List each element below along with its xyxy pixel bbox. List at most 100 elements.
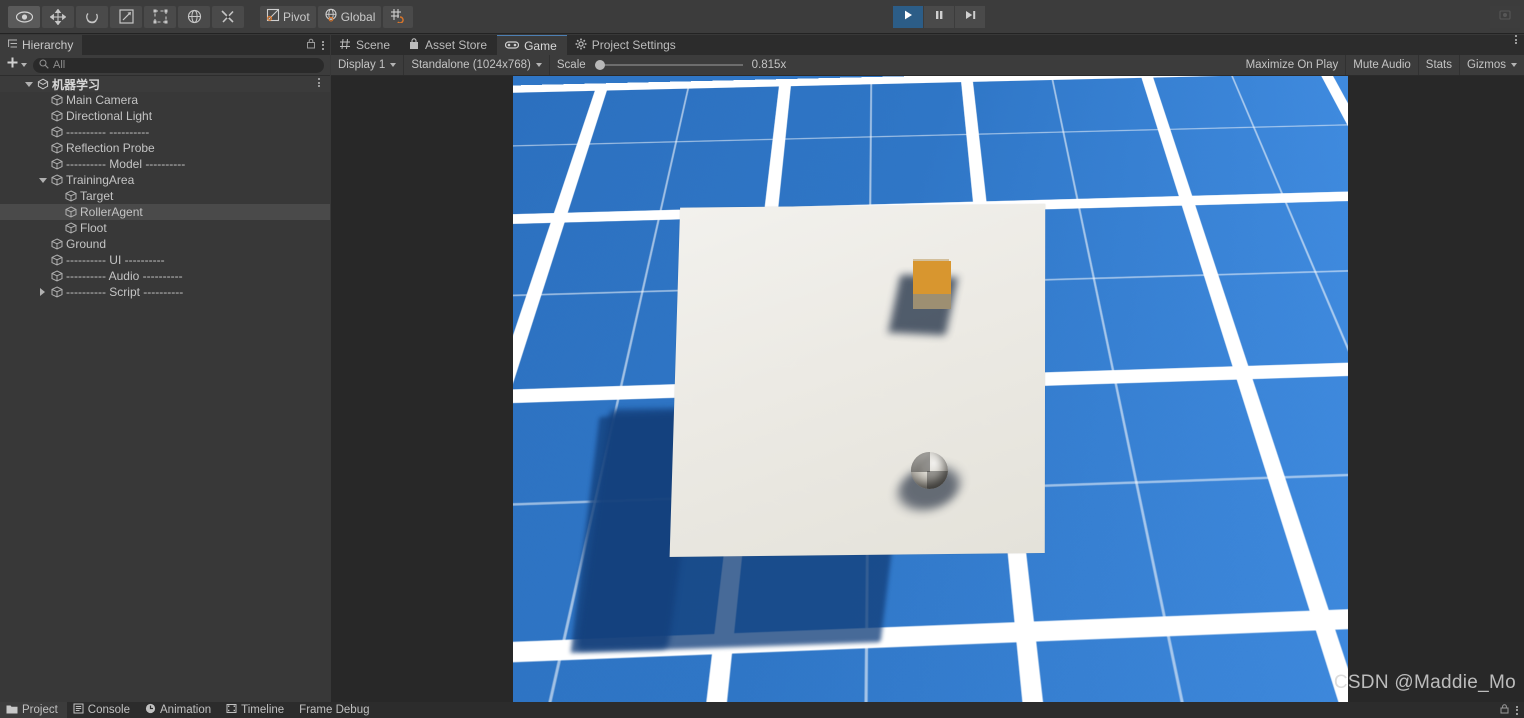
bottom-tab-label: Project bbox=[22, 704, 58, 716]
tab-scene[interactable]: Scene bbox=[331, 35, 400, 55]
bottom-tab-console[interactable]: Console bbox=[67, 702, 139, 718]
hierarchy-item-12[interactable]: ---------- Audio ---------- bbox=[0, 268, 330, 284]
custom-tool-button[interactable] bbox=[212, 6, 244, 28]
hierarchy-tree[interactable]: 机器学习 Main Camera Directional Light --------… bbox=[0, 76, 330, 702]
tab-project-settings[interactable]: Project Settings bbox=[567, 35, 686, 55]
hierarchy-item-0[interactable]: 机器学习 bbox=[0, 76, 330, 92]
hierarchy-search-input[interactable]: All bbox=[33, 58, 324, 73]
gameobject-cube-icon bbox=[63, 206, 78, 218]
resolution-dropdown-label: Standalone (1024x768) bbox=[411, 59, 531, 71]
mute-audio-button[interactable]: Mute Audio bbox=[1346, 55, 1419, 75]
tab-asset-store[interactable]: Asset Store bbox=[400, 35, 497, 55]
gizmos-button[interactable]: Gizmos bbox=[1460, 55, 1524, 75]
target-cube bbox=[913, 261, 951, 309]
scale-slider-knob[interactable] bbox=[595, 60, 605, 70]
stats-label: Stats bbox=[1426, 59, 1452, 71]
bottom-tab-animation[interactable]: Animation bbox=[139, 702, 220, 718]
bottom-tab-frame-debug[interactable]: Frame Debug bbox=[293, 702, 378, 718]
maximize-on-play-button[interactable]: Maximize On Play bbox=[1239, 55, 1347, 75]
tab-label: Asset Store bbox=[425, 38, 487, 52]
hierarchy-item-6[interactable]: TrainingArea bbox=[0, 172, 330, 188]
scale-icon bbox=[119, 9, 134, 24]
hierarchy-item-label: Floot bbox=[78, 221, 107, 235]
playback-controls bbox=[893, 6, 986, 28]
move-tool-button[interactable] bbox=[42, 6, 74, 28]
hierarchy-item-3[interactable]: ---------- ---------- bbox=[0, 124, 330, 140]
main-toolbar: Pivot Global bbox=[0, 0, 1524, 34]
resolution-dropdown[interactable]: Standalone (1024x768) bbox=[404, 55, 550, 75]
grid-snap-button[interactable] bbox=[383, 6, 413, 28]
handle-controls-group: Pivot Global bbox=[260, 6, 415, 28]
lock-icon[interactable] bbox=[306, 36, 316, 54]
transform-tool-button[interactable] bbox=[178, 6, 210, 28]
hierarchy-search-placeholder: All bbox=[53, 59, 65, 71]
chevron-down-icon[interactable] bbox=[36, 178, 49, 183]
scale-slider[interactable] bbox=[595, 64, 743, 66]
display-dropdown[interactable]: Display 1 bbox=[331, 55, 404, 75]
plus-icon bbox=[6, 56, 19, 74]
chevron-down-icon[interactable] bbox=[22, 82, 35, 87]
hierarchy-item-5[interactable]: ---------- Model ---------- bbox=[0, 156, 330, 172]
bottom-tab-timeline[interactable]: Timeline bbox=[220, 702, 293, 718]
hierarchy-tabbar: Hierarchy bbox=[0, 35, 330, 55]
tab-game[interactable]: Game bbox=[497, 35, 567, 55]
hierarchy-row-menu-icon[interactable] bbox=[318, 78, 320, 87]
pivot-label: Pivot bbox=[283, 11, 310, 23]
hierarchy-item-2[interactable]: Directional Light bbox=[0, 108, 330, 124]
hierarchy-item-1[interactable]: Main Camera bbox=[0, 92, 330, 108]
gameobject-cube-icon bbox=[63, 222, 78, 234]
hierarchy-item-7[interactable]: Target bbox=[0, 188, 330, 204]
transform-tools-group bbox=[8, 6, 246, 28]
create-object-button[interactable] bbox=[4, 56, 29, 74]
hierarchy-item-label: ---------- UI ---------- bbox=[64, 253, 165, 267]
console-icon bbox=[73, 703, 84, 717]
clock-icon bbox=[145, 703, 156, 717]
tab-hierarchy[interactable]: Hierarchy bbox=[0, 35, 82, 55]
gameobject-cube-icon bbox=[49, 158, 64, 170]
main-tabbar[interactable]: Scene Asset Store Game Project Settings bbox=[331, 35, 1524, 55]
store-bag-icon bbox=[408, 38, 420, 53]
hierarchy-item-8[interactable]: RollerAgent bbox=[0, 204, 330, 220]
game-render-surface[interactable] bbox=[513, 76, 1348, 702]
hierarchy-item-label: ---------- Model ---------- bbox=[64, 157, 185, 171]
hierarchy-item-10[interactable]: Ground bbox=[0, 236, 330, 252]
gameobject-cube-icon bbox=[49, 254, 64, 266]
pivot-toggle-button[interactable]: Pivot bbox=[260, 6, 316, 28]
game-viewport[interactable]: CSDN @Maddie_Mo bbox=[331, 76, 1524, 702]
lock-icon[interactable] bbox=[1500, 701, 1509, 718]
scale-slider-group[interactable]: Scale 0.815x bbox=[550, 55, 793, 75]
hierarchy-item-label: RollerAgent bbox=[78, 205, 143, 219]
bottom-tabbar[interactable]: Project Console Animation Timeline Frame Deb… bbox=[0, 702, 1524, 718]
hierarchy-item-11[interactable]: ---------- UI ---------- bbox=[0, 252, 330, 268]
hierarchy-menu-icon[interactable] bbox=[322, 41, 324, 50]
step-button[interactable] bbox=[955, 6, 985, 28]
pause-button[interactable] bbox=[924, 6, 954, 28]
main-tab-menu-icon[interactable] bbox=[1515, 35, 1517, 55]
rect-transform-icon bbox=[153, 9, 168, 24]
bottom-tab-project[interactable]: Project bbox=[0, 702, 67, 718]
gear-icon bbox=[575, 38, 587, 53]
global-toggle-button[interactable]: Global bbox=[318, 6, 382, 28]
gameobject-cube-icon bbox=[49, 270, 64, 282]
unity-logo-icon bbox=[35, 78, 50, 90]
bottom-menu-icon[interactable] bbox=[1516, 706, 1518, 715]
maximize-on-play-label: Maximize On Play bbox=[1246, 59, 1339, 71]
rect-tool-button[interactable] bbox=[144, 6, 176, 28]
hierarchy-item-13[interactable]: ---------- Script ---------- bbox=[0, 284, 330, 300]
scale-value: 0.815x bbox=[752, 59, 787, 71]
scale-tool-button[interactable] bbox=[110, 6, 142, 28]
rotate-tool-button[interactable] bbox=[76, 6, 108, 28]
chevron-right-icon[interactable] bbox=[36, 288, 49, 296]
pivot-icon bbox=[266, 8, 280, 25]
search-icon bbox=[39, 59, 49, 72]
stats-button[interactable]: Stats bbox=[1419, 55, 1460, 75]
play-button[interactable] bbox=[893, 6, 923, 28]
hand-tool-button[interactable] bbox=[8, 6, 40, 28]
hierarchy-item-label: Reflection Probe bbox=[64, 141, 155, 155]
hierarchy-item-label: 机器学习 bbox=[50, 76, 100, 93]
toolbar-layers-button[interactable] bbox=[1490, 6, 1520, 28]
film-icon bbox=[226, 703, 237, 717]
hierarchy-item-9[interactable]: Floot bbox=[0, 220, 330, 236]
target-cube-top-face bbox=[913, 261, 951, 294]
hierarchy-item-4[interactable]: Reflection Probe bbox=[0, 140, 330, 156]
